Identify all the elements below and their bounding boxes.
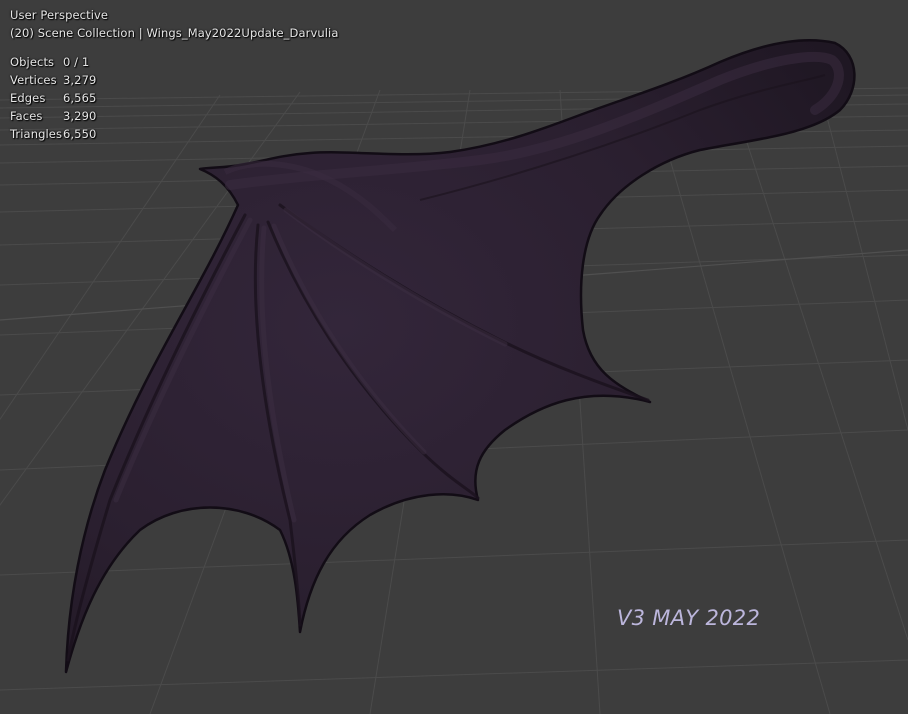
- scene-statistics: Objects 0 / 1 Vertices 3,279 Edges 6,565…: [10, 53, 339, 143]
- 3d-viewport[interactable]: User Perspective (20) Scene Collection |…: [0, 0, 908, 714]
- view-name: User Perspective: [10, 8, 109, 22]
- collection-path: (20) Scene Collection | Wings_May2022Upd…: [10, 26, 339, 40]
- viewport-info-overlay: User Perspective (20) Scene Collection |…: [10, 6, 339, 143]
- stat-label-vertices: Vertices: [10, 73, 57, 87]
- stat-value-triangles: 6,550: [63, 127, 97, 141]
- stat-value-faces: 3,290: [63, 109, 97, 123]
- stat-label-objects: Objects: [10, 55, 55, 69]
- stat-label-faces: Faces: [10, 109, 43, 123]
- stat-value-objects: 0 / 1: [63, 55, 90, 69]
- stat-label-edges: Edges: [10, 91, 46, 105]
- stat-value-edges: 6,565: [63, 91, 97, 105]
- stat-label-triangles: Triangles: [10, 127, 63, 141]
- version-watermark: V3 MAY 2022: [617, 606, 761, 630]
- stat-value-vertices: 3,279: [63, 73, 97, 87]
